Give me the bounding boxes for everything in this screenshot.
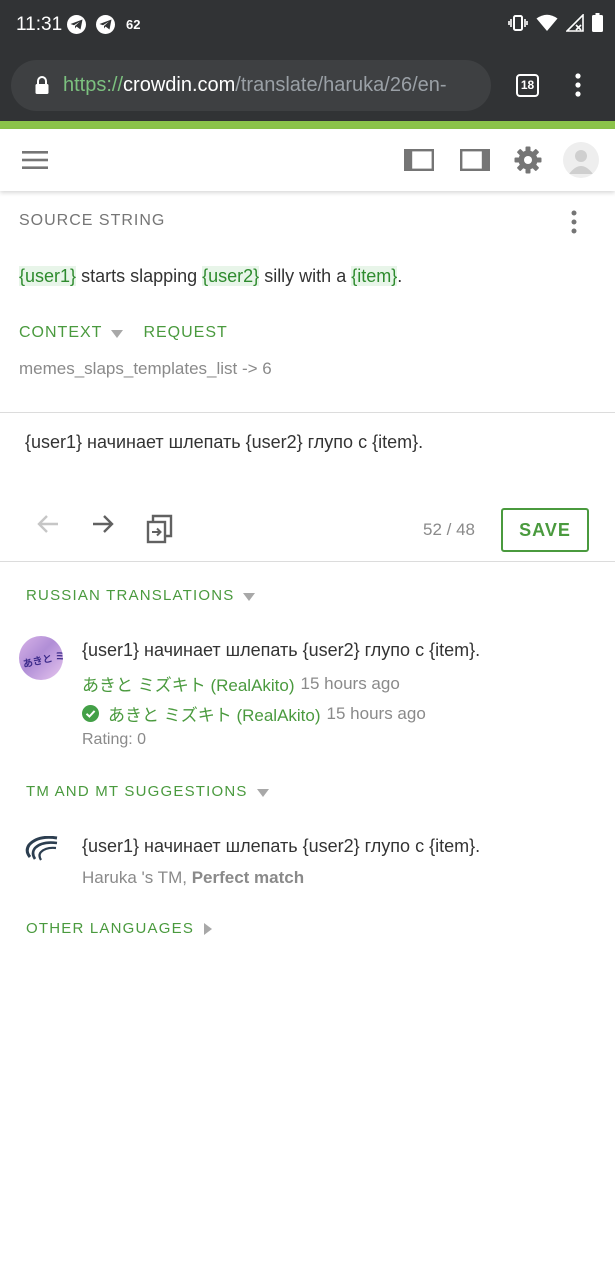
translation-author-link[interactable]: あきと ミズキト (RealAkito) (82, 671, 295, 696)
tab-switcher-button[interactable]: 18 (516, 74, 539, 97)
context-value: memes_slaps_templates_list -> 6 (19, 359, 272, 378)
translation-rating: Rating: 0 (82, 731, 147, 748)
status-bar: 11:31 62 (0, 0, 615, 50)
context-row: CONTEXT REQUEST (19, 324, 228, 342)
lock-icon (35, 76, 49, 99)
avatar-lettering: あきと ミズキト (22, 644, 63, 671)
tm-mt-suggestions-label: TM AND MT SUGGESTIONS (26, 783, 248, 800)
url-text: https://crowdin.com/translate/haruka/26/… (63, 74, 447, 97)
telegram-notification-icon (96, 15, 115, 34)
tm-match-quality: Perfect match (191, 868, 305, 887)
context-caret-down-icon[interactable] (111, 330, 124, 338)
user-avatar[interactable] (562, 129, 599, 191)
save-button[interactable]: SAVE (501, 508, 589, 552)
hamburger-menu-icon[interactable] (22, 129, 48, 191)
source-more-options-icon[interactable] (570, 210, 578, 239)
previous-string-arrow-icon[interactable] (36, 512, 60, 541)
tm-suggestion-meta: Haruka 's TM, Perfect match (82, 868, 304, 888)
tm-mt-suggestions-header[interactable]: TM AND MT SUGGESTIONS (26, 783, 269, 800)
source-placeholder: {item} (351, 266, 398, 286)
source-placeholder: {user2} (202, 266, 260, 286)
divider (0, 412, 615, 413)
address-bar[interactable]: https://crowdin.com/translate/haruka/26/… (11, 60, 491, 111)
translator-avatar[interactable]: あきと ミズキト (19, 636, 63, 680)
notification-count: 62 (126, 17, 141, 32)
right-panel-toggle-icon[interactable] (460, 129, 490, 191)
approval-time: 15 hours ago (326, 703, 426, 723)
browser-menu-icon[interactable] (574, 73, 582, 102)
russian-translations-header[interactable]: RUSSIAN TRANSLATIONS (26, 587, 256, 604)
source-text-segment: starts slapping (76, 266, 203, 286)
translation-textarea[interactable]: {user1} начинает шлепать {user2} глупо с… (25, 432, 423, 453)
left-panel-toggle-icon[interactable] (404, 129, 434, 191)
url-path: /translate/haruka/26/en- (235, 74, 447, 96)
vibrate-icon (508, 13, 528, 38)
wifi-icon (536, 14, 558, 37)
tm-source: Haruka 's TM, (82, 868, 192, 887)
character-counter: 52 / 48 (423, 520, 475, 539)
settings-gear-icon[interactable] (513, 129, 542, 191)
russian-translations-label: RUSSIAN TRANSLATIONS (26, 587, 235, 604)
url-host: crowdin.com (123, 74, 236, 96)
cell-signal-icon (565, 12, 584, 37)
caret-down-icon (243, 592, 256, 601)
caret-right-icon (204, 922, 213, 935)
caret-down-icon (256, 788, 269, 797)
translation-memory-icon (24, 835, 58, 867)
tm-suggestion-text[interactable]: {user1} начинает шлепать {user2} глупо с… (82, 836, 480, 857)
context-toggle[interactable]: CONTEXT (19, 324, 102, 342)
request-context-link[interactable]: REQUEST (143, 324, 227, 342)
page-progress-bar (0, 121, 615, 129)
source-string-label: SOURCE STRING (19, 212, 166, 229)
user-silhouette-icon (562, 142, 599, 178)
next-string-arrow-icon[interactable] (91, 512, 115, 541)
approval-row: あきと ミズキト (RealAkito) 15 hours ago (82, 701, 426, 726)
approved-check-icon (82, 705, 99, 722)
telegram-notification-icon (67, 15, 86, 34)
system-icons (508, 12, 603, 38)
browser-toolbar: https://crowdin.com/translate/haruka/26/… (0, 50, 615, 121)
url-scheme: https:// (63, 74, 124, 96)
other-languages-label: OTHER LANGUAGES (26, 920, 195, 937)
status-time: 11:31 (16, 14, 63, 35)
source-placeholder: {user1} (19, 266, 77, 286)
translation-time: 15 hours ago (300, 673, 400, 693)
divider (0, 561, 615, 562)
translation-author-row: あきと ミズキト (RealAkito) 15 hours ago (82, 671, 400, 696)
source-text-segment: silly with a (259, 266, 352, 286)
translation-suggestion-text[interactable]: {user1} начинает шлепать {user2} глупо с… (82, 640, 480, 661)
copy-source-icon[interactable] (146, 514, 173, 549)
other-languages-header[interactable]: OTHER LANGUAGES (26, 920, 213, 937)
app-toolbar (0, 129, 615, 191)
approver-link[interactable]: あきと ミズキト (RealAkito) (108, 701, 321, 726)
source-string: {user1} starts slapping {user2} silly wi… (19, 266, 402, 287)
source-text-segment: . (397, 266, 403, 286)
battery-icon (592, 13, 603, 37)
